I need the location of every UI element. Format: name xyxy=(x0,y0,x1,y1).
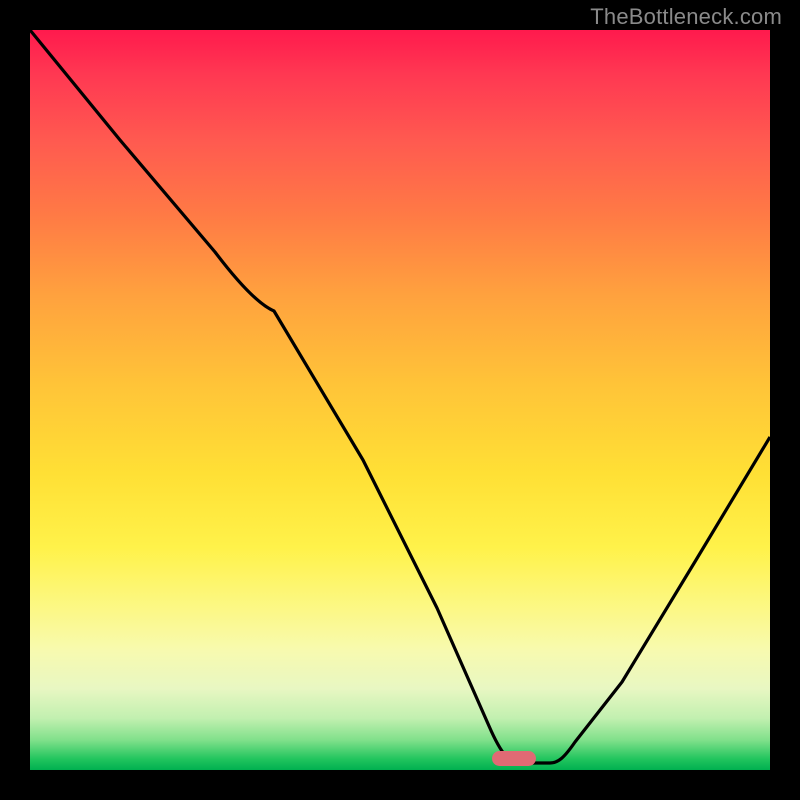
bottleneck-curve xyxy=(30,30,770,770)
watermark-text: TheBottleneck.com xyxy=(590,4,782,30)
plot-area xyxy=(30,30,770,770)
chart-frame: TheBottleneck.com xyxy=(0,0,800,800)
optimal-range-marker xyxy=(492,751,536,766)
